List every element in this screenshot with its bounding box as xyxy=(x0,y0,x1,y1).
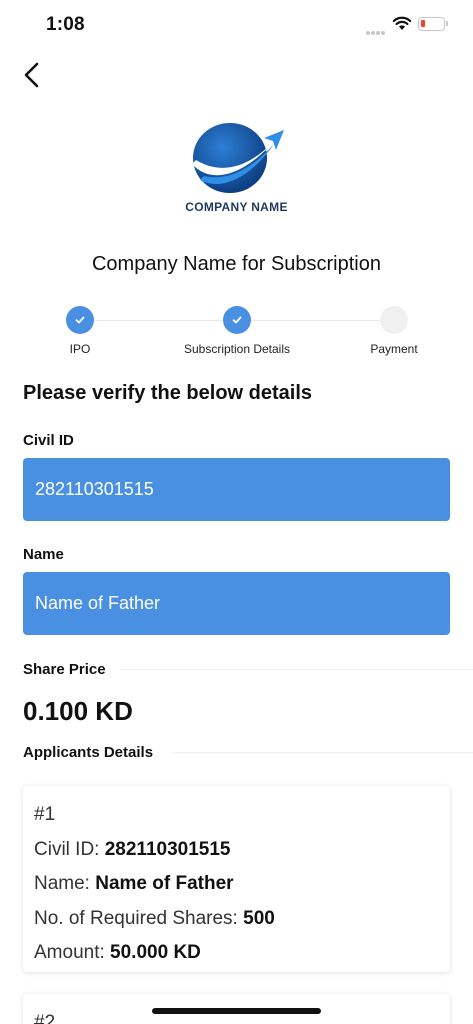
applicant-civil-id-value: 282110301515 xyxy=(104,838,231,860)
applicant-name-row: Name: Name of Father xyxy=(34,867,450,902)
step-payment-label: Payment xyxy=(370,342,418,356)
applicant-card: #1 Civil ID: 282110301515 Name: Name of … xyxy=(23,786,450,972)
battery-icon xyxy=(418,17,448,31)
company-logo xyxy=(192,123,284,193)
home-indicator[interactable] xyxy=(152,1008,321,1014)
wifi-icon xyxy=(392,16,412,30)
civil-id-label: Civil ID xyxy=(23,432,74,449)
page-title: Company Name for Subscription xyxy=(91,253,381,275)
applicant-shares-label: No. of Required Shares: xyxy=(34,907,238,929)
applicant-amount-label: Amount: xyxy=(34,942,105,963)
applicants-divider xyxy=(172,752,473,753)
chevron-left-icon xyxy=(24,62,39,88)
applicant-amount-value: 50.000 KD xyxy=(110,942,201,963)
applicant-index: #1 xyxy=(34,804,56,825)
applicant-amount-row: Amount: 50.000 KD xyxy=(34,936,450,971)
step-subscription-label: Subscription Details xyxy=(183,342,291,356)
signal-icon xyxy=(366,22,386,40)
step-ipo-indicator xyxy=(66,306,94,334)
step-ipo-label: IPO xyxy=(69,342,91,356)
applicant-civil-id-row: Civil ID: 282110301515 xyxy=(34,833,450,868)
check-icon xyxy=(232,316,242,324)
applicant-name-label: Name: xyxy=(34,873,90,894)
share-price-label: Share Price xyxy=(23,661,106,678)
applicant-shares-value: 500 xyxy=(243,907,275,929)
verify-heading: Please verify the below details xyxy=(23,382,313,404)
name-label: Name xyxy=(23,546,64,563)
share-price-value: 0.100 KD xyxy=(23,696,133,726)
applicants-heading: Applicants Details xyxy=(23,744,154,761)
step-subscription-indicator xyxy=(223,306,251,334)
back-button[interactable] xyxy=(18,60,48,90)
logo-text: COMPANY NAME xyxy=(185,200,288,214)
applicant-shares-row: No. of Required Shares: 500 xyxy=(34,902,450,937)
check-icon xyxy=(75,316,85,324)
subscription-verify-screen: 1:08 COMPANY NAME Company Name for Subsc… xyxy=(0,0,473,1024)
applicant-name-value: Name of Father xyxy=(95,873,234,894)
status-time: 1:08 xyxy=(46,14,85,35)
name-field[interactable]: Name of Father xyxy=(23,572,450,635)
civil-id-field[interactable]: 282110301515 xyxy=(23,458,450,521)
step-payment-indicator xyxy=(380,306,408,334)
share-price-divider xyxy=(120,669,473,670)
applicant-civil-id-label: Civil ID: xyxy=(34,838,100,860)
